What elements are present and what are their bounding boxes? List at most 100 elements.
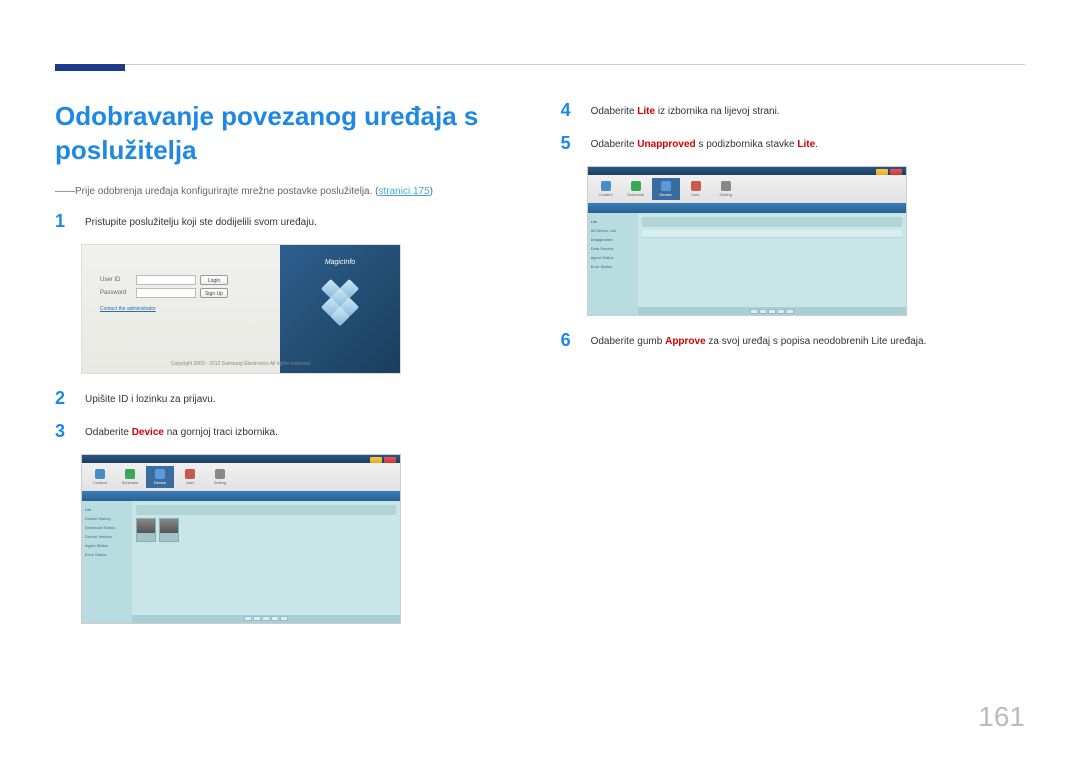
sidebar-item[interactable]: Error Status [591, 262, 635, 271]
toolbar-label: User [186, 480, 194, 485]
sidebar-item-lite[interactable]: Lite [591, 217, 635, 226]
page-button[interactable] [271, 616, 279, 621]
sidebar-item[interactable]: All Device List [591, 226, 635, 235]
password-input[interactable] [136, 288, 196, 298]
sidebar-item[interactable]: Error Status [85, 550, 129, 559]
step-text: Pristupite poslužitelju koji ste dodijel… [85, 211, 317, 230]
right-column: 4 Odaberite Lite iz izbornika na lijevoj… [561, 100, 1027, 638]
top-rule [55, 64, 1025, 65]
app-toolbar: Content Schedule Device User Setting [588, 175, 906, 203]
section-marker [55, 64, 125, 71]
text-bold: Approve [665, 336, 706, 347]
page-button[interactable] [750, 309, 758, 314]
device-app-screenshot: Content Schedule Device User Setting Lit… [81, 454, 401, 624]
page-number: 161 [978, 701, 1025, 733]
mini-button[interactable] [890, 169, 902, 175]
thumbnail-grid [136, 518, 396, 542]
cube-logo-icon [312, 269, 369, 326]
toolbar-label: Content [599, 192, 613, 197]
contact-admin-link[interactable]: Contact the administrator [100, 306, 270, 312]
text-post: za svoj uređaj s popisa neodobrenih Lite… [706, 336, 927, 347]
pagination-bar [638, 307, 906, 315]
page-button[interactable] [786, 309, 794, 314]
step-4: 4 Odaberite Lite iz izbornika na lijevoj… [561, 100, 1027, 121]
sidebar-item[interactable]: Data Service [591, 244, 635, 253]
mini-button[interactable] [370, 457, 382, 463]
toolbar-device[interactable]: Device [652, 178, 680, 200]
step-text: Odaberite gumb Approve za svoj uređaj s … [591, 330, 927, 349]
step-number: 5 [561, 133, 579, 154]
toolbar-label: Schedule [122, 480, 139, 485]
unapproved-app-screenshot: Content Schedule Device User Setting Lit… [587, 166, 907, 316]
table-row[interactable] [642, 230, 902, 238]
step-text: Odaberite Unapproved s podizbornika stav… [591, 133, 818, 152]
toolbar-label: Device [154, 480, 166, 485]
sidebar-item-unapproved[interactable]: Unapproved [591, 235, 635, 244]
toolbar-label: Setting [719, 192, 731, 197]
app-subbar [82, 491, 400, 501]
device-thumbnail[interactable] [136, 518, 156, 542]
toolbar-label: Device [659, 192, 671, 197]
app-titlebar [82, 455, 400, 463]
toolbar-device[interactable]: Device [146, 466, 174, 488]
app-toolbar: Content Schedule Device User Setting [82, 463, 400, 491]
step-text: Odaberite Device na gornjoj traci izborn… [85, 421, 278, 440]
toolbar-schedule[interactable]: Schedule [116, 466, 144, 488]
left-column: Odobravanje povezanog uređaja s poslužit… [55, 100, 521, 638]
userid-label: User ID [100, 277, 136, 283]
note-suffix: ) [430, 186, 433, 197]
toolbar-user[interactable]: User [176, 466, 204, 488]
page-button[interactable] [253, 616, 261, 621]
config-note: ――Prije odobrenja uređaja konfigurirajte… [55, 186, 521, 197]
text-pre: Odaberite [85, 427, 132, 438]
step-number: 6 [561, 330, 579, 351]
mini-button[interactable] [876, 169, 888, 175]
toolbar-schedule[interactable]: Schedule [622, 178, 650, 200]
page-button[interactable] [244, 616, 252, 621]
app-main [132, 501, 400, 623]
toolbar-content[interactable]: Content [592, 178, 620, 200]
step-3: 3 Odaberite Device na gornjoj traci izbo… [55, 421, 521, 442]
sidebar-item[interactable]: Device Version [85, 532, 129, 541]
app-titlebar [588, 167, 906, 175]
toolbar-right-buttons [370, 457, 396, 463]
sidebar-item[interactable]: Device History [85, 514, 129, 523]
device-thumbnail[interactable] [159, 518, 179, 542]
magicinfo-logo-text: MagicInfo [325, 259, 355, 266]
signup-button[interactable]: Sign Up [200, 288, 228, 298]
app-sidebar: Lite All Device List Unapproved Data Ser… [588, 213, 638, 315]
toolbar-label: User [691, 192, 699, 197]
step-6: 6 Odaberite gumb Approve za svoj uređaj … [561, 330, 1027, 351]
toolbar-label: Content [93, 480, 107, 485]
toolbar-content[interactable]: Content [86, 466, 114, 488]
note-link[interactable]: stranici 175 [379, 186, 430, 197]
app-subbar [588, 203, 906, 213]
page-button[interactable] [768, 309, 776, 314]
step-1: 1 Pristupite poslužitelju koji ste dodij… [55, 211, 521, 232]
login-button[interactable]: Login [200, 275, 228, 285]
login-form-area: User ID Login Password Sign Up Contact t… [82, 245, 280, 373]
sidebar-item[interactable]: Agent Status [85, 541, 129, 550]
toolbar-user[interactable]: User [682, 178, 710, 200]
step-text: Upišite ID i lozinku za prijavu. [85, 388, 216, 407]
note-text: ――Prije odobrenja uređaja konfigurirajte… [55, 186, 379, 197]
mini-button[interactable] [384, 457, 396, 463]
userid-input[interactable] [136, 275, 196, 285]
password-label: Password [100, 290, 136, 296]
step-number: 2 [55, 388, 73, 409]
app-sidebar: Lite Device History Download Status Devi… [82, 501, 132, 623]
toolbar-setting[interactable]: Setting [712, 178, 740, 200]
page-button[interactable] [777, 309, 785, 314]
sidebar-item[interactable]: Download Status [85, 523, 129, 532]
app-main [638, 213, 906, 315]
toolbar-setting[interactable]: Setting [206, 466, 234, 488]
pagination-bar [132, 615, 400, 623]
page-button[interactable] [280, 616, 288, 621]
page-button[interactable] [759, 309, 767, 314]
toolbar-label: Setting [214, 480, 226, 485]
page-button[interactable] [262, 616, 270, 621]
sidebar-item[interactable]: Agent Status [591, 253, 635, 262]
text-bold: Device [132, 427, 164, 438]
sidebar-item-lite[interactable]: Lite [85, 505, 129, 514]
list-header [642, 217, 902, 227]
